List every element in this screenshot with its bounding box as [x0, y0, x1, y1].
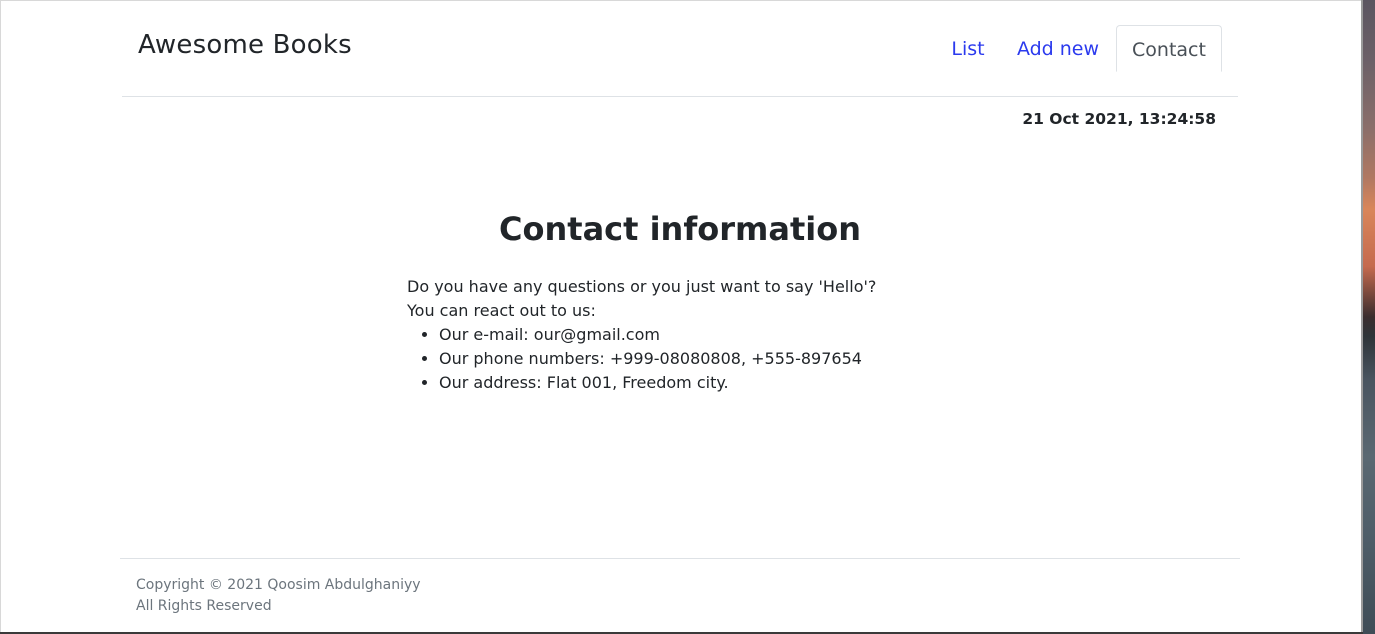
contact-intro-reach: You can react out to us: — [407, 301, 596, 320]
nav-link-add-new[interactable]: Add new — [1008, 25, 1108, 72]
contact-email: Our e-mail: our@gmail.com — [439, 323, 967, 347]
current-datetime: 21 Oct 2021, 13:24:58 — [1022, 110, 1216, 128]
contact-list: Our e-mail: our@gmail.com Our phone numb… — [407, 323, 967, 395]
site-footer: Copyright © 2021 Qoosim Abdulghaniyy All… — [136, 575, 421, 617]
contact-content: Do you have any questions or you just wa… — [407, 275, 967, 395]
brand-logo-text[interactable]: Awesome Books — [138, 29, 352, 61]
header-divider — [122, 96, 1238, 97]
window-left-border — [0, 0, 1, 634]
window-top-border — [0, 0, 1363, 1]
page-title: Contact information — [499, 210, 861, 249]
nav-link-contact[interactable]: Contact — [1116, 25, 1222, 72]
footer-rights: All Rights Reserved — [136, 598, 272, 614]
desktop-wallpaper-strip — [1363, 0, 1375, 634]
contact-phone: Our phone numbers: +999-08080808, +555-8… — [439, 347, 967, 371]
nav-link-list[interactable]: List — [936, 25, 1000, 72]
footer-divider — [120, 558, 1240, 559]
footer-copyright: Copyright © 2021 Qoosim Abdulghaniyy — [136, 577, 421, 593]
contact-intro-question: Do you have any questions or you just wa… — [407, 277, 877, 296]
contact-address: Our address: Flat 001, Freedom city. — [439, 371, 967, 395]
